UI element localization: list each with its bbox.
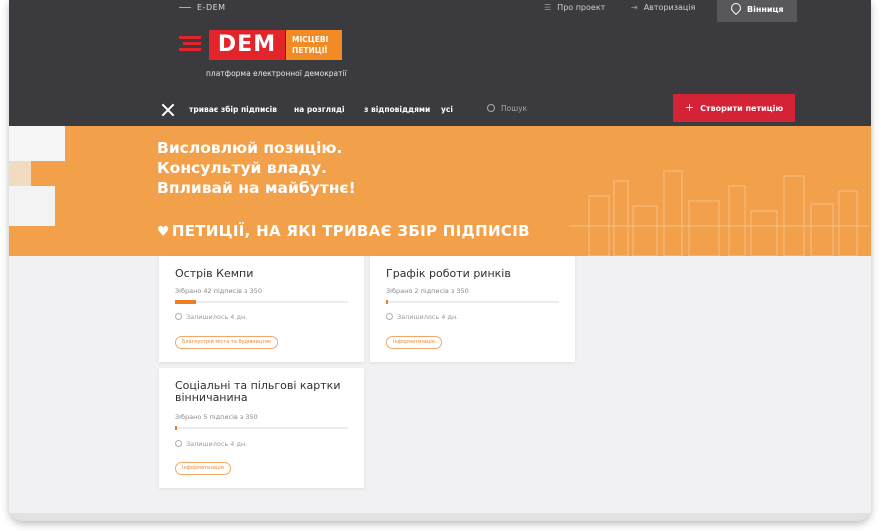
time-remaining: Залишилось 4 дн. <box>175 313 247 321</box>
progress-fill <box>386 300 389 304</box>
petition-title[interactable]: Острів Кемпи <box>175 268 352 280</box>
time-remaining: Залишилось 4 дн. <box>386 313 458 321</box>
tab-collecting[interactable]: триває збір підписів <box>189 105 277 114</box>
slogan-line1: Висловлюй позицію. <box>157 139 343 157</box>
petition-card[interactable]: Соціальні та пільгові картки вінничанина… <box>159 368 364 488</box>
hero-slogan: Висловлюй позицію. Консультуй владу. Впл… <box>157 138 356 198</box>
section-title: ♥ ПЕТИЦІЇ, НА ЯКІ ТРИВАЄ ЗБІР ПІДПИСІВ <box>157 222 530 240</box>
logo-sub-text: МІСЦЕВІ ПЕТИЦІЇ <box>286 30 342 60</box>
section-title-text: ПЕТИЦІЇ, НА ЯКІ ТРИВАЄ ЗБІР ПІДПИСІВ <box>171 222 530 240</box>
tagline: платформа електронної демократії <box>206 69 347 78</box>
progress-fill <box>175 300 196 304</box>
city-selector[interactable]: Вінниця <box>717 0 797 22</box>
plus-icon: + <box>684 101 695 114</box>
time-remaining-label: Залишилось 4 дн. <box>397 313 459 321</box>
decor-block <box>9 126 65 161</box>
slogan-line2: Консультуй владу. <box>157 159 327 177</box>
close-icon[interactable] <box>162 104 174 116</box>
browser-frame: E-DEM ☰ Про проект ⇥ Авторизація Вінниця D… <box>9 0 871 521</box>
top-bar: E-DEM ☰ Про проект ⇥ Авторизація Вінниця <box>9 0 871 22</box>
create-petition-label: Створити петицію <box>700 104 784 113</box>
tab-answered[interactable]: з відповіддями <box>364 105 430 114</box>
search-icon <box>487 104 495 112</box>
clock-icon <box>386 313 393 320</box>
dash-icon <box>179 7 191 8</box>
decor-block <box>9 186 55 226</box>
signature-count: Зібрано 2 підписів з 350 <box>386 287 469 295</box>
menu-icon: ☰ <box>544 3 552 12</box>
slogan-line3: Впливай на майбутнє! <box>157 179 356 197</box>
progress-bar <box>386 300 559 304</box>
about-link[interactable]: ☰ Про проект <box>544 3 605 12</box>
city-label: Вінниця <box>747 5 784 14</box>
create-petition-button[interactable]: + Створити петицію <box>673 94 795 122</box>
petition-title[interactable]: Графік роботи ринків <box>386 268 563 280</box>
logo-sub-line2: ПЕТИЦІЇ <box>292 46 328 55</box>
logo[interactable]: DEM МІСЦЕВІ ПЕТИЦІЇ <box>179 30 359 62</box>
site-name-label: E-DEM <box>197 3 226 12</box>
heart-icon: ♥ <box>157 224 170 240</box>
login-icon: ⇥ <box>631 3 638 12</box>
petition-card[interactable]: Острів Кемпи Зібрано 42 підписів з 350 З… <box>159 256 364 362</box>
site-name[interactable]: E-DEM <box>179 3 226 12</box>
progress-bar <box>175 426 348 430</box>
about-label: Про проект <box>557 3 606 12</box>
category-tag[interactable]: Інформатизація <box>386 336 442 349</box>
tab-under-review[interactable]: на розгляді <box>294 105 345 114</box>
hero-banner: Висловлюй позицію. Консультуй владу. Впл… <box>9 126 871 256</box>
category-tag[interactable]: Інформатизація <box>175 462 231 475</box>
login-label: Авторизація <box>643 3 696 12</box>
progress-bar <box>175 300 348 304</box>
time-remaining: Залишилось 4 дн. <box>175 440 247 448</box>
time-remaining-label: Залишилось 4 дн. <box>186 313 248 321</box>
site-header: E-DEM ☰ Про проект ⇥ Авторизація Вінниця D… <box>9 0 871 126</box>
time-remaining-label: Залишилось 4 дн. <box>186 440 248 448</box>
tab-all[interactable]: усі <box>441 105 453 114</box>
clock-icon <box>175 440 182 447</box>
petition-card[interactable]: Графік роботи ринків Зібрано 2 підписів … <box>370 256 575 362</box>
location-pin-icon <box>728 0 744 16</box>
logo-sub-line1: МІСЦЕВІ <box>292 35 329 44</box>
logo-main-text: DEM <box>209 30 285 60</box>
city-illustration <box>569 170 869 256</box>
search-placeholder: Пошук <box>501 104 528 113</box>
category-tag[interactable]: Благоустрій міста та будівництво <box>175 336 279 349</box>
search-input[interactable]: Пошук <box>487 104 527 113</box>
login-link[interactable]: ⇥ Авторизація <box>631 3 695 12</box>
decor-block <box>9 161 31 186</box>
signature-count: Зібрано 5 підписів з 350 <box>175 413 258 421</box>
clock-icon <box>175 313 182 320</box>
petition-title[interactable]: Соціальні та пільгові картки вінничанина <box>175 380 352 404</box>
signature-count: Зібрано 42 підписів з 350 <box>175 287 262 295</box>
bottom-edge <box>9 513 871 521</box>
progress-fill <box>175 426 178 430</box>
